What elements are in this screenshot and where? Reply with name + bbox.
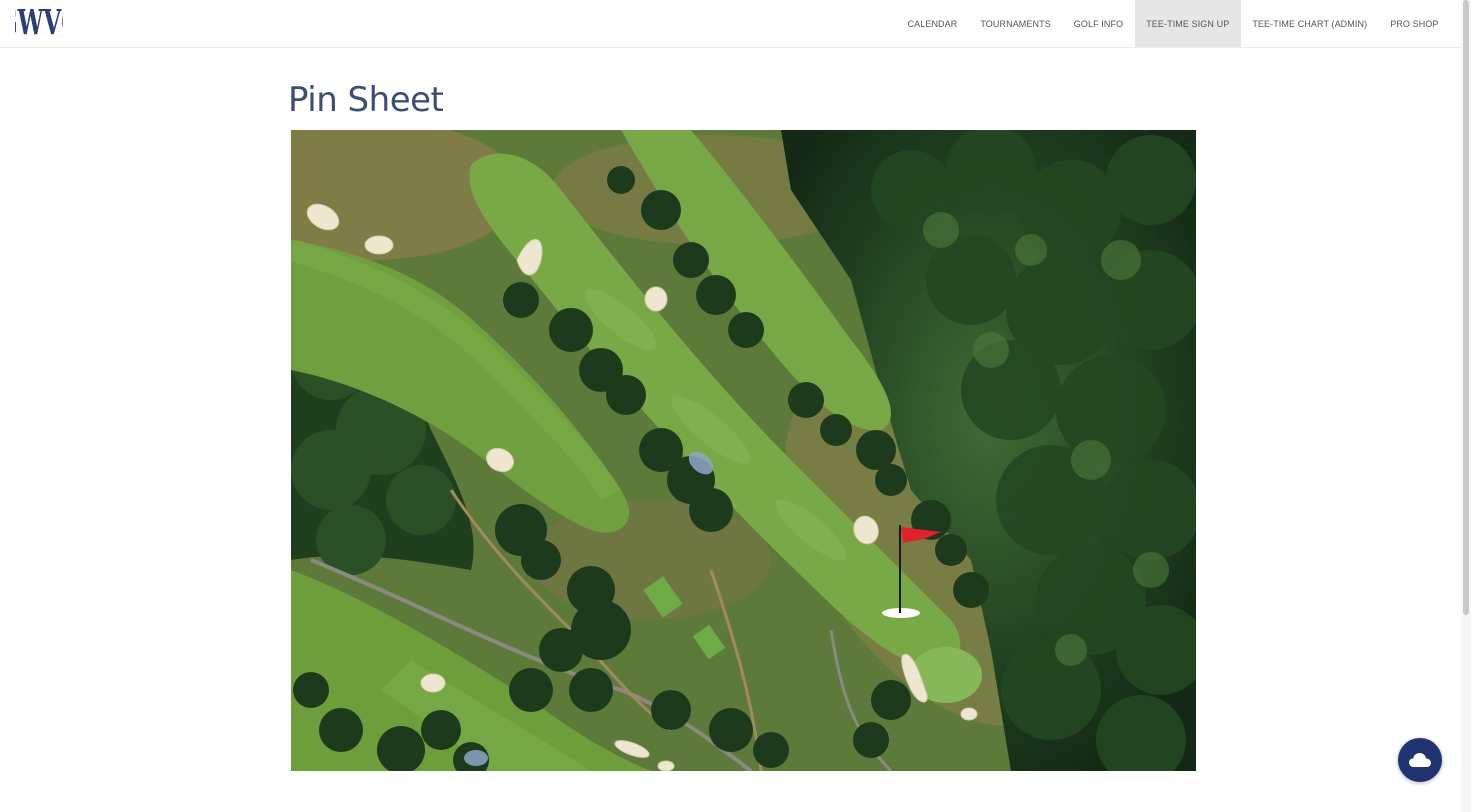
page-title: Pin Sheet — [288, 80, 444, 120]
nav-golf-info[interactable]: GOLF INFO — [1062, 0, 1134, 47]
cloud-icon — [1409, 753, 1431, 767]
chat-button[interactable] — [1398, 738, 1442, 782]
main-nav: CALENDAR TOURNAMENTS GOLF INFO TEE-TIME … — [896, 0, 1450, 47]
nav-tournaments[interactable]: TOURNAMENTS — [969, 0, 1062, 47]
aerial-course-image — [291, 130, 1196, 771]
scrollbar-thumb[interactable] — [1463, 0, 1469, 615]
svg-text:GWVC: GWVC — [15, 4, 63, 42]
site-logo[interactable]: GWVC — [0, 1, 79, 42]
nav-pro-shop[interactable]: PRO SHOP — [1379, 0, 1450, 47]
pin-sheet-map — [291, 130, 1196, 771]
scrollbar-track[interactable] — [1461, 0, 1471, 812]
nav-tee-time-sign-up[interactable]: TEE-TIME SIGN UP — [1134, 0, 1241, 47]
nav-calendar[interactable]: CALENDAR — [896, 0, 969, 47]
nav-tee-time-chart-admin[interactable]: TEE-TIME CHART (ADMIN) — [1241, 0, 1379, 47]
logo-icon: GWVC — [0, 1, 79, 42]
site-header: GWVC CALENDAR TOURNAMENTS GOLF INFO TEE-… — [0, 0, 1461, 48]
